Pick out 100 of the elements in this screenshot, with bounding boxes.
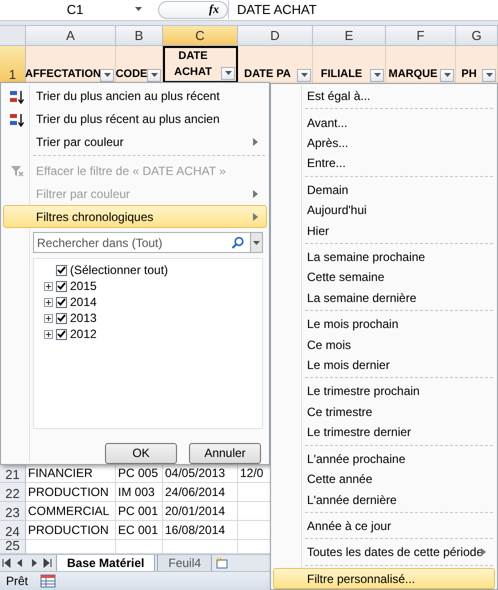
- row-header[interactable]: 21: [0, 464, 26, 484]
- caret-icon: [224, 71, 232, 76]
- sheet-tab[interactable]: Base Matériel: [56, 554, 156, 572]
- menu-item[interactable]: Filtres chronologiques: [3, 205, 267, 228]
- menu-item[interactable]: Trier par couleur: [3, 130, 267, 154]
- menu-item[interactable]: Année à ce jour: [273, 516, 495, 536]
- table-cell: 20/01/2014: [163, 502, 238, 522]
- row-header[interactable]: 25: [0, 540, 26, 554]
- menu-item[interactable]: Le mois dernier: [273, 354, 495, 376]
- table-cell: COMMERCIAL: [26, 502, 116, 522]
- caret-icon: [300, 73, 308, 78]
- table-cell: PRODUCTION: [26, 521, 116, 540]
- filter-value-label: 2012: [70, 327, 97, 341]
- caret-icon: [150, 73, 158, 78]
- menu-item[interactable]: Le mois prochain: [273, 314, 495, 334]
- checkbox[interactable]: [56, 280, 67, 292]
- checkbox[interactable]: [56, 296, 67, 308]
- table-cell: IM 003: [116, 483, 163, 502]
- expand-icon[interactable]: [44, 330, 53, 338]
- menu-item[interactable]: Filtre personnalisé...: [273, 568, 495, 589]
- row-header[interactable]: 23: [0, 502, 26, 522]
- menu-item[interactable]: Toutes les dates de cette période: [273, 542, 495, 563]
- filter-value-label: 2014: [70, 295, 97, 309]
- checkbox[interactable]: [56, 264, 67, 276]
- cancel-button[interactable]: Annuler: [189, 442, 261, 464]
- search-dropdown-button[interactable]: [251, 232, 263, 253]
- menu-item[interactable]: Cette semaine: [273, 267, 495, 288]
- header-text: AFFECTATION: [25, 66, 101, 82]
- menu-item[interactable]: Le trimestre dernier: [273, 422, 495, 443]
- caret-icon: [104, 73, 110, 78]
- row-header[interactable]: 22: [0, 483, 26, 502]
- filter-value-label: 2013: [70, 311, 97, 325]
- filter-dropdown-button[interactable]: [482, 68, 496, 82]
- column-header[interactable]: E: [313, 26, 386, 46]
- header-text: DATE ACHAT: [173, 48, 213, 80]
- row-header[interactable]: 24: [0, 521, 26, 540]
- header-text: PH: [461, 66, 477, 82]
- row-header[interactable]: 1: [0, 46, 26, 83]
- filter-dropdown-button[interactable]: [100, 68, 114, 82]
- table-cell: 24/06/2014: [163, 483, 238, 502]
- menu-item[interactable]: Demain: [273, 180, 495, 200]
- expand-icon[interactable]: [44, 298, 53, 306]
- column-header[interactable]: A: [26, 26, 116, 46]
- function-label: fx: [209, 2, 219, 18]
- caret-icon: [253, 240, 260, 244]
- checkbox[interactable]: [56, 328, 67, 340]
- header-text: DATE PA: [244, 66, 291, 82]
- caret-icon: [444, 73, 450, 78]
- new-sheet-icon[interactable]: [214, 557, 230, 570]
- sheet-layout-icon[interactable]: [40, 574, 56, 588]
- header-text: FILIALE: [320, 66, 362, 82]
- menu-item[interactable]: Avant...: [273, 112, 495, 133]
- sheet-tab[interactable]: Feuil4: [157, 554, 212, 572]
- menu-item[interactable]: Après...: [273, 132, 495, 154]
- last-sheet-icon[interactable]: [42, 558, 54, 568]
- column-header[interactable]: F: [386, 26, 456, 46]
- menu-item[interactable]: La semaine dernière: [273, 288, 495, 308]
- filter-dropdown-button[interactable]: [221, 66, 235, 80]
- filter-dropdown-button[interactable]: [370, 68, 384, 82]
- menu-item[interactable]: Est égal à...: [273, 86, 495, 106]
- menu-item[interactable]: Ce trimestre: [273, 402, 495, 422]
- menu-item[interactable]: La semaine prochaine: [273, 246, 495, 268]
- column-header[interactable]: C: [163, 26, 238, 46]
- table-cell: PC 001: [116, 502, 163, 522]
- dropdown-caret-icon: [135, 7, 142, 12]
- column-header[interactable]: D: [238, 26, 313, 46]
- table-cell: 16/08/2014: [163, 521, 238, 540]
- name-box[interactable]: C1: [0, 0, 150, 20]
- menu-item[interactable]: Trier du plus récent au plus ancien: [3, 108, 267, 131]
- filter-value-label: 2015: [70, 279, 97, 293]
- header-text: CODE: [116, 66, 148, 82]
- expand-icon[interactable]: [44, 282, 53, 290]
- checkbox[interactable]: [56, 312, 67, 324]
- sort-descending-icon: [9, 112, 25, 128]
- search-field[interactable]: Rechercher dans (Tout): [33, 232, 251, 253]
- filter-dropdown-button[interactable]: [147, 68, 161, 82]
- formula-bar-control[interactable]: fx: [158, 0, 228, 19]
- menu-item[interactable]: L'année dernière: [273, 489, 495, 510]
- column-header[interactable]: G: [456, 26, 498, 46]
- menu-item[interactable]: Entre...: [273, 153, 495, 174]
- menu-item[interactable]: Ce mois: [273, 334, 495, 355]
- sort-ascending-icon: [9, 88, 25, 105]
- column-header[interactable]: B: [116, 26, 163, 46]
- filter-dropdown-button[interactable]: [440, 68, 454, 82]
- table-cell: PRODUCTION: [26, 483, 116, 502]
- status-text: Prêt: [6, 574, 28, 588]
- menu-item[interactable]: Le trimestre prochain: [273, 381, 495, 402]
- caret-icon: [374, 73, 380, 78]
- menu-item[interactable]: Aujourd'hui: [273, 200, 495, 220]
- filter-value-label: (Sélectionner tout): [70, 263, 168, 277]
- ok-button[interactable]: OK: [105, 442, 177, 464]
- menu-item[interactable]: Hier: [273, 220, 495, 241]
- table-cell: EC 001: [116, 521, 163, 540]
- formula-field[interactable]: DATE ACHAT: [228, 0, 498, 20]
- expand-icon[interactable]: [44, 314, 53, 322]
- first-sheet-icon[interactable]: [0, 558, 12, 568]
- search-icon: [231, 236, 245, 250]
- menu-item[interactable]: Trier du plus ancien au plus récent: [3, 84, 267, 108]
- caret-icon: [486, 73, 492, 78]
- filter-dropdown-button[interactable]: [297, 68, 311, 82]
